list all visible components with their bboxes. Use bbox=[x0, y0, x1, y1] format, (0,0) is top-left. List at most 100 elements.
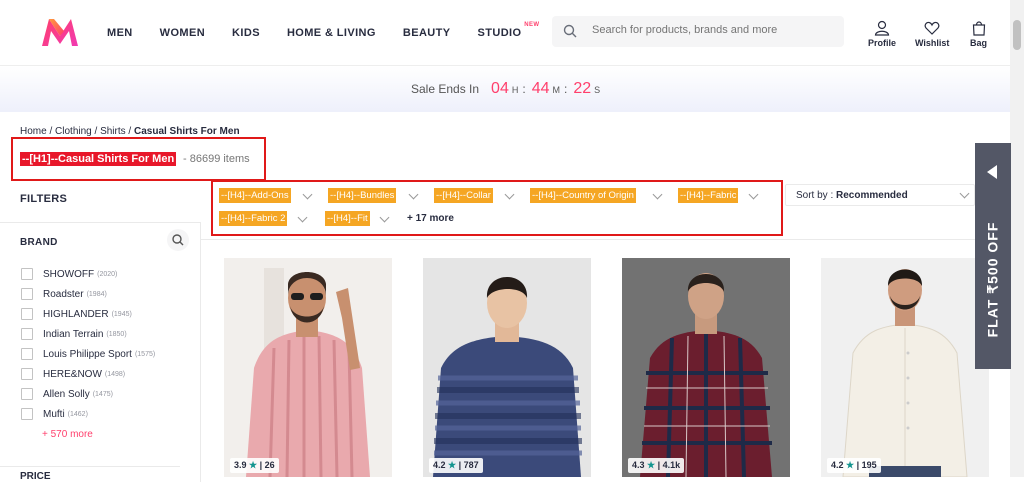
sale-minutes: 44 bbox=[531, 80, 550, 97]
sale-seconds: 22 bbox=[573, 80, 592, 97]
product-card[interactable]: 4.2 ★ | 787 bbox=[423, 258, 591, 477]
nav-women[interactable]: WOMEN bbox=[160, 27, 205, 39]
brand-name: Roadster bbox=[43, 288, 84, 300]
review-count: 4.1k bbox=[662, 460, 681, 470]
brand-name: HIGHLANDER bbox=[43, 308, 109, 320]
checkbox[interactable] bbox=[21, 308, 33, 320]
page-title: --[H1]--Casual Shirts For Men bbox=[20, 152, 177, 166]
filters-heading: FILTERS bbox=[20, 193, 68, 205]
top-header: MEN WOMEN KIDS HOME & LIVING BEAUTY STUD… bbox=[0, 0, 1010, 66]
scroll-thumb[interactable] bbox=[1013, 20, 1021, 50]
checkbox[interactable] bbox=[21, 368, 33, 380]
star-icon: ★ bbox=[846, 460, 855, 470]
filter-chip-collar[interactable]: --[H4]--Collar bbox=[434, 188, 493, 203]
sort-value: Recommended bbox=[836, 190, 908, 201]
search-icon[interactable] bbox=[563, 24, 577, 38]
price-heading: PRICE bbox=[0, 466, 180, 482]
checkbox[interactable] bbox=[21, 328, 33, 340]
item-count: - 86699 items bbox=[183, 153, 250, 165]
nav-kids[interactable]: KIDS bbox=[232, 27, 260, 39]
filter-chip-fabric[interactable]: --[H4]--Fabric bbox=[678, 188, 739, 203]
profile-label: Profile bbox=[868, 38, 897, 48]
bag-label: Bag bbox=[970, 38, 988, 48]
brand-count: (1575) bbox=[134, 350, 156, 358]
rating-value: 3.9 bbox=[234, 460, 247, 470]
brand-search-button[interactable] bbox=[167, 229, 189, 251]
filter-chip-fit[interactable]: --[H4]--Fit bbox=[325, 211, 370, 226]
wishlist-label: Wishlist bbox=[915, 38, 950, 48]
bag-icon bbox=[972, 21, 985, 36]
more-filters-link[interactable]: + 17 more bbox=[407, 213, 454, 224]
brand-option[interactable]: Indian Terrain (1850) bbox=[21, 324, 155, 344]
sale-hours: 04 bbox=[491, 80, 509, 97]
rating-value: 4.3 bbox=[632, 460, 645, 470]
brand-option[interactable]: SHOWOFF (2020) bbox=[21, 264, 155, 284]
collapse-arrow-icon[interactable] bbox=[987, 165, 997, 179]
brand-option[interactable]: Allen Solly (1475) bbox=[21, 384, 155, 404]
product-image[interactable] bbox=[423, 258, 591, 477]
nav-studio[interactable]: STUDIO NEW bbox=[478, 22, 540, 39]
profile-button[interactable]: Profile bbox=[868, 20, 896, 48]
checkbox[interactable] bbox=[21, 388, 33, 400]
star-icon: ★ bbox=[249, 460, 258, 470]
brand-option[interactable]: HIGHLANDER (1945) bbox=[21, 304, 155, 324]
brand-name: SHOWOFF bbox=[43, 268, 95, 280]
main-nav: MEN WOMEN KIDS HOME & LIVING BEAUTY STUD… bbox=[107, 22, 548, 39]
checkbox[interactable] bbox=[21, 288, 33, 300]
brand-count: (1498) bbox=[104, 370, 126, 378]
crumb-clothing[interactable]: Clothing bbox=[55, 126, 92, 137]
wishlist-button[interactable]: Wishlist bbox=[915, 20, 949, 48]
brand-list: SHOWOFF (2020) Roadster (1984) HIGHLANDER(… bbox=[21, 264, 155, 424]
sale-hours-unit: H bbox=[511, 85, 519, 95]
sale-separator: : bbox=[563, 82, 568, 96]
checkbox[interactable] bbox=[21, 408, 33, 420]
product-card[interactable]: 4.2 ★ | 195 bbox=[821, 258, 989, 477]
nav-beauty[interactable]: BEAUTY bbox=[403, 27, 451, 39]
filter-chip-add-ons[interactable]: --[H4]--Add-Ons bbox=[219, 188, 291, 203]
product-image[interactable] bbox=[224, 258, 392, 477]
more-brands-link[interactable]: + 570 more bbox=[42, 429, 93, 440]
sort-dropdown[interactable]: Sort by : Recommended bbox=[785, 184, 975, 206]
product-image[interactable] bbox=[622, 258, 790, 477]
filter-chip-fabric-2[interactable]: --[H4]--Fabric 2 bbox=[219, 211, 288, 226]
new-badge: NEW bbox=[524, 22, 540, 28]
sale-label: Sale Ends In bbox=[411, 82, 480, 96]
rating-value: 4.2 bbox=[831, 460, 844, 470]
filter-chip-country-of-origin[interactable]: --[H4]--Country of Origin bbox=[530, 188, 636, 203]
crumb-home[interactable]: Home bbox=[20, 126, 47, 137]
brand-option[interactable]: Louis Philippe Sport (1575) bbox=[21, 344, 155, 364]
product-card[interactable]: 3.9 ★ | 26 bbox=[224, 258, 392, 477]
checkbox[interactable] bbox=[21, 348, 33, 360]
nav-home-living[interactable]: HOME & LIVING bbox=[287, 27, 376, 39]
product-image[interactable] bbox=[821, 258, 989, 477]
breadcrumb: Home / Clothing / Shirts / Casual Shirts… bbox=[20, 126, 240, 137]
brand-count: (2020) bbox=[97, 270, 118, 278]
brand-count: (1945) bbox=[111, 310, 132, 318]
sale-separator: : bbox=[522, 82, 526, 96]
myntra-logo[interactable] bbox=[40, 17, 80, 47]
brand-option[interactable]: HERE&NOW (1498) bbox=[21, 364, 155, 384]
flat-offer-tab[interactable]: FLAT ₹500 OFF bbox=[975, 143, 1011, 369]
page-scrollbar[interactable] bbox=[1010, 0, 1024, 477]
rating-badge: 4.2 ★ | 787 bbox=[429, 458, 483, 473]
rating-badge: 3.9 ★ | 26 bbox=[230, 458, 279, 473]
star-icon: ★ bbox=[448, 460, 457, 470]
filter-chip-bundles[interactable]: --[H4]--Bundles bbox=[328, 188, 397, 203]
brand-name: HERE&NOW bbox=[43, 368, 102, 380]
checkbox[interactable] bbox=[21, 268, 33, 280]
chevron-down-icon bbox=[959, 188, 970, 199]
crumb-shirts[interactable]: Shirts bbox=[100, 126, 126, 137]
search-input[interactable] bbox=[592, 24, 822, 36]
brand-name: Louis Philippe Sport bbox=[43, 348, 132, 360]
bag-button[interactable]: Bag bbox=[970, 20, 987, 48]
nav-men[interactable]: MEN bbox=[107, 27, 133, 39]
wishlist-icon bbox=[924, 21, 940, 35]
sort-label: Sort by : bbox=[796, 190, 837, 201]
star-icon: ★ bbox=[647, 460, 656, 470]
rating-badge: 4.2 ★ | 195 bbox=[827, 458, 881, 473]
product-card[interactable]: 4.3 ★ | 4.1k bbox=[622, 258, 790, 477]
brand-option[interactable]: Roadster (1984) bbox=[21, 284, 155, 304]
brand-name: Allen Solly bbox=[43, 388, 90, 400]
divider bbox=[201, 239, 991, 240]
brand-option[interactable]: Mufti (1462) bbox=[21, 404, 155, 424]
